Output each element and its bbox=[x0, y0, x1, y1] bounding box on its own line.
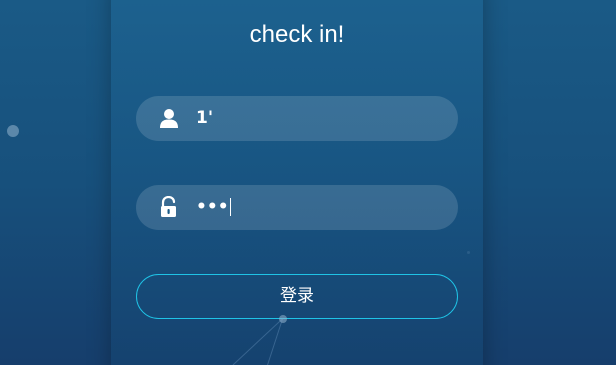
page-subtitle: check in! bbox=[249, 21, 345, 48]
unlock-icon bbox=[158, 195, 180, 218]
username-input[interactable]: 1' bbox=[196, 96, 213, 141]
login-panel: Welcome to BJDCTF's check in! 1' ••• 登录 bbox=[111, 0, 483, 365]
password-input[interactable]: ••• bbox=[196, 185, 231, 230]
background-particle bbox=[7, 125, 19, 137]
text-caret bbox=[229, 198, 231, 216]
password-field[interactable]: ••• bbox=[136, 185, 458, 230]
page-title: Welcome to BJDCTF's bbox=[111, 0, 483, 9]
user-icon bbox=[158, 107, 180, 129]
login-button[interactable]: 登录 bbox=[136, 274, 458, 319]
username-field[interactable]: 1' bbox=[136, 96, 458, 141]
password-dots: ••• bbox=[196, 197, 229, 217]
